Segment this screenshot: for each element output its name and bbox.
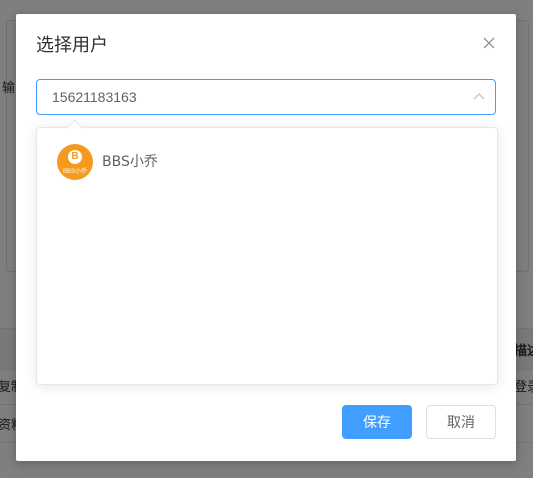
close-icon[interactable]: [482, 36, 496, 50]
cancel-button[interactable]: 取消: [426, 405, 496, 439]
user-select-input[interactable]: 15621183163: [36, 79, 496, 115]
avatar-caption: BBS小乔: [62, 169, 87, 175]
dialog-title: 选择用户: [36, 35, 108, 56]
chevron-up-icon[interactable]: [473, 91, 485, 103]
avatar: B BBS小乔: [57, 144, 93, 180]
save-button[interactable]: 保存: [342, 405, 412, 439]
select-dropdown: B BBS小乔 BBS小乔: [36, 119, 498, 385]
user-option-label: BBS小乔: [102, 154, 158, 170]
avatar-letter: B: [68, 150, 82, 164]
select-user-dialog: 选择用户 15621183163 B BBS小乔 BBS小乔 保存 取消: [16, 14, 516, 461]
dropdown-caret: [66, 119, 83, 136]
select-value: 15621183163: [52, 89, 137, 105]
user-option[interactable]: B BBS小乔 BBS小乔: [37, 142, 497, 182]
